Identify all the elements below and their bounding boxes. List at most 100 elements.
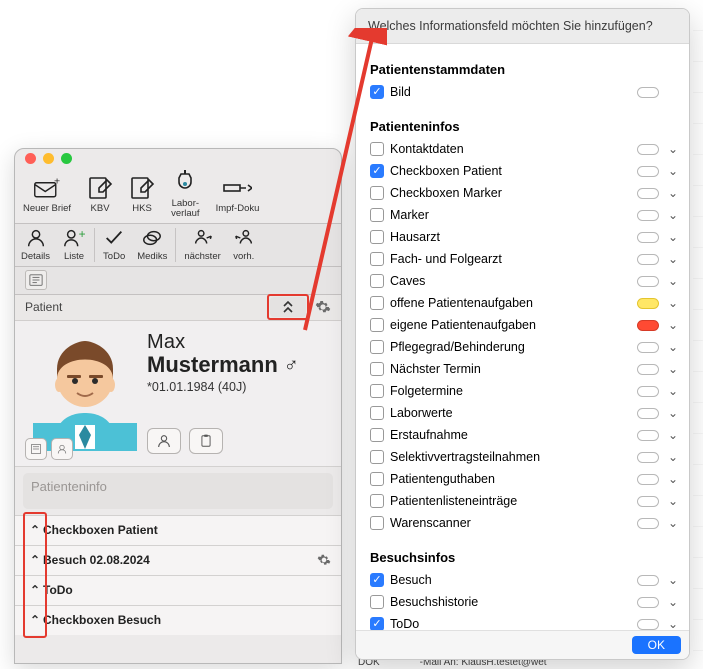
option-row[interactable]: Marker⌄ <box>370 204 681 226</box>
chevron-down-icon[interactable]: ⌄ <box>665 450 681 464</box>
toolbar-vorh-[interactable]: vorh. <box>227 224 261 266</box>
chevron-down-icon[interactable]: ⌄ <box>665 142 681 156</box>
toggle-pill[interactable] <box>637 276 659 287</box>
toolbar-hks[interactable]: HKS <box>121 167 163 223</box>
option-row[interactable]: Bild <box>370 81 681 103</box>
toolbar-kbv[interactable]: KBV <box>79 167 121 223</box>
checkbox[interactable] <box>370 85 384 99</box>
toolbar-neuer-brief[interactable]: +Neuer Brief <box>15 167 79 223</box>
person-chip[interactable] <box>147 428 181 454</box>
option-row[interactable]: Patientenlisteneinträge⌄ <box>370 490 681 512</box>
option-row[interactable]: eigene Patientenaufgaben⌄ <box>370 314 681 336</box>
toolbar-details[interactable]: Details <box>15 224 56 266</box>
toggle-pill[interactable] <box>637 364 659 375</box>
toggle-pill[interactable] <box>637 408 659 419</box>
checkbox[interactable] <box>370 142 384 156</box>
option-row[interactable]: Selektivvertragsteilnahmen⌄ <box>370 446 681 468</box>
checkbox[interactable] <box>370 362 384 376</box>
checkbox[interactable] <box>370 494 384 508</box>
toggle-pill[interactable] <box>637 298 659 309</box>
chevron-down-icon[interactable]: ⌄ <box>665 573 681 587</box>
clipboard-chip[interactable] <box>189 428 223 454</box>
popover-body[interactable]: PatientenstammdatenBildPatienteninfosKon… <box>356 44 689 630</box>
close-dot[interactable] <box>25 153 36 164</box>
toggle-pill[interactable] <box>637 386 659 397</box>
toolbar-todo[interactable]: ToDo <box>97 224 131 266</box>
max-dot[interactable] <box>61 153 72 164</box>
toggle-pill[interactable] <box>637 166 659 177</box>
chevron-down-icon[interactable]: ⌄ <box>665 340 681 354</box>
checkbox[interactable] <box>370 252 384 266</box>
chevron-down-icon[interactable]: ⌄ <box>665 362 681 376</box>
option-row[interactable]: Erstaufnahme⌄ <box>370 424 681 446</box>
chevron-down-icon[interactable]: ⌄ <box>665 208 681 222</box>
option-row[interactable]: Patientenguthaben⌄ <box>370 468 681 490</box>
option-row[interactable]: Fach- und Folgearzt⌄ <box>370 248 681 270</box>
checkbox[interactable] <box>370 274 384 288</box>
toggle-pill[interactable] <box>637 518 659 529</box>
toggle-pill[interactable] <box>637 320 659 331</box>
option-row[interactable]: offene Patientenaufgaben⌄ <box>370 292 681 314</box>
accordion-item[interactable]: ⌃Checkboxen Patient <box>15 515 341 545</box>
chevron-down-icon[interactable]: ⌄ <box>665 384 681 398</box>
accordion-item[interactable]: ⌃ToDo <box>15 575 341 605</box>
toggle-pill[interactable] <box>637 619 659 630</box>
toggle-pill[interactable] <box>637 430 659 441</box>
checkbox[interactable] <box>370 296 384 310</box>
accordion-item[interactable]: ⌃Checkboxen Besuch <box>15 605 341 635</box>
gear-icon[interactable] <box>315 299 331 315</box>
chevron-down-icon[interactable]: ⌄ <box>665 230 681 244</box>
checkbox[interactable] <box>370 186 384 200</box>
chevron-down-icon[interactable]: ⌄ <box>665 274 681 288</box>
chevron-down-icon[interactable]: ⌄ <box>665 164 681 178</box>
option-row[interactable]: Folgetermine⌄ <box>370 380 681 402</box>
toggle-pill[interactable] <box>637 452 659 463</box>
toggle-pill[interactable] <box>637 144 659 155</box>
chevron-down-icon[interactable]: ⌄ <box>665 318 681 332</box>
checkbox[interactable] <box>370 208 384 222</box>
toggle-pill[interactable] <box>637 496 659 507</box>
checkbox[interactable] <box>370 164 384 178</box>
toggle-pill[interactable] <box>637 597 659 608</box>
option-row[interactable]: Caves⌄ <box>370 270 681 292</box>
chevron-down-icon[interactable]: ⌄ <box>665 472 681 486</box>
option-row[interactable]: Checkboxen Marker⌄ <box>370 182 681 204</box>
checkbox[interactable] <box>370 340 384 354</box>
toggle-pill[interactable] <box>637 210 659 221</box>
chevron-down-icon[interactable]: ⌄ <box>665 617 681 630</box>
toggle-pill[interactable] <box>637 254 659 265</box>
checkbox[interactable] <box>370 472 384 486</box>
ok-button[interactable]: OK <box>632 636 681 654</box>
tab-card-icon[interactable] <box>25 270 47 290</box>
toggle-pill[interactable] <box>637 575 659 586</box>
checkbox[interactable] <box>370 595 384 609</box>
option-row[interactable]: Laborwerte⌄ <box>370 402 681 424</box>
accordion-item[interactable]: ⌃Besuch 02.08.2024 <box>15 545 341 575</box>
checkbox[interactable] <box>370 617 384 630</box>
option-row[interactable]: Kontaktdaten⌄ <box>370 138 681 160</box>
toolbar-liste[interactable]: +Liste <box>56 224 92 266</box>
min-dot[interactable] <box>43 153 54 164</box>
toggle-pill[interactable] <box>637 87 659 98</box>
checkbox[interactable] <box>370 406 384 420</box>
toolbar-mediks[interactable]: Mediks <box>131 224 173 266</box>
user-card-chip[interactable] <box>51 438 73 460</box>
toolbar-n-chster[interactable]: nächster <box>178 224 226 266</box>
checkbox[interactable] <box>370 318 384 332</box>
toolbar-impf-doku[interactable]: Impf-Doku <box>208 167 268 223</box>
chevron-down-icon[interactable]: ⌄ <box>665 516 681 530</box>
checkbox[interactable] <box>370 516 384 530</box>
checkbox[interactable] <box>370 384 384 398</box>
checkbox[interactable] <box>370 573 384 587</box>
checkbox[interactable] <box>370 230 384 244</box>
option-row[interactable]: ToDo⌄ <box>370 613 681 630</box>
checkbox[interactable] <box>370 428 384 442</box>
collapse-all-button[interactable] <box>270 297 306 317</box>
chevron-down-icon[interactable]: ⌄ <box>665 595 681 609</box>
notes-chip[interactable] <box>25 438 47 460</box>
option-row[interactable]: Pflegegrad/Behinderung⌄ <box>370 336 681 358</box>
chevron-down-icon[interactable]: ⌄ <box>665 494 681 508</box>
toggle-pill[interactable] <box>637 232 659 243</box>
option-row[interactable]: Nächster Termin⌄ <box>370 358 681 380</box>
gear-icon[interactable] <box>317 553 331 567</box>
